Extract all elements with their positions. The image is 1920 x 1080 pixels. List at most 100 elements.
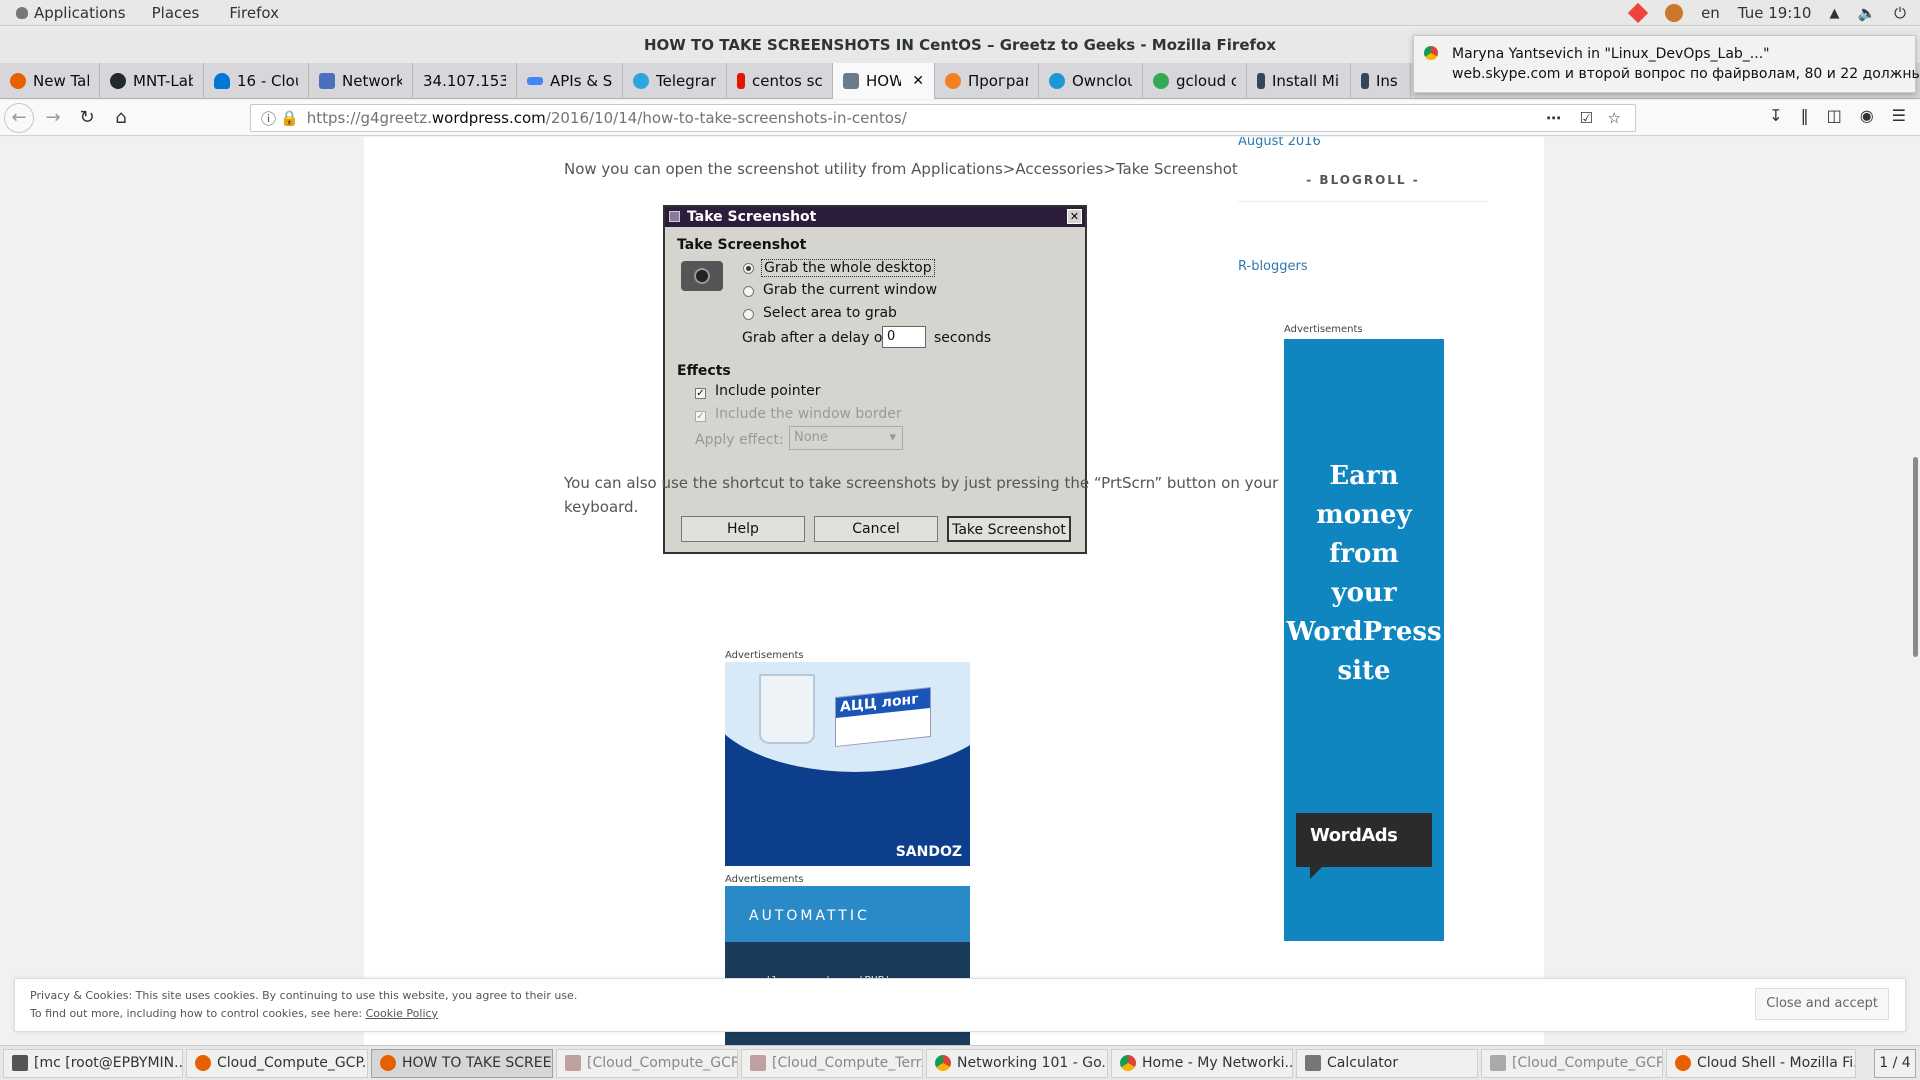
- article-paragraph: Now you can open the screenshot utility …: [564, 160, 1238, 178]
- places-menu[interactable]: Places: [142, 4, 210, 22]
- cancel-button: Cancel: [814, 516, 938, 542]
- info-icon[interactable]: ⓘ: [261, 108, 276, 129]
- task-label: [Cloud_Compute_Terr...: [772, 1055, 923, 1071]
- lock-warning-icon[interactable]: 🔒: [280, 109, 299, 127]
- tab-new-tab[interactable]: New Tab: [0, 63, 100, 99]
- cookie-policy-link[interactable]: Cookie Policy: [366, 1007, 438, 1020]
- workspace-pager[interactable]: 1 / 4: [1874, 1049, 1916, 1078]
- close-and-accept-button[interactable]: Close and accept: [1755, 988, 1889, 1020]
- page-scrollbar[interactable]: [1910, 137, 1920, 1045]
- volume-icon[interactable]: 🔈: [1857, 4, 1876, 22]
- document-icon: [750, 1055, 766, 1071]
- forward-button[interactable]: →: [38, 103, 68, 133]
- keyboard-language[interactable]: en: [1701, 4, 1720, 22]
- article-content: Now you can open the screenshot utility …: [364, 137, 1544, 1045]
- task-calculator[interactable]: Calculator: [1296, 1048, 1478, 1078]
- ad-line: your: [1331, 578, 1397, 608]
- wifi-icon[interactable]: ▲: [1829, 6, 1839, 21]
- power-icon[interactable]: ⏻: [1894, 4, 1906, 22]
- task-doc-2[interactable]: [Cloud_Compute_Terr...: [741, 1048, 923, 1078]
- tumblr-icon: [1257, 73, 1265, 89]
- task-label: Home - My Networki...: [1142, 1055, 1293, 1071]
- task-doc-1[interactable]: [Cloud_Compute_GCP...: [556, 1048, 738, 1078]
- ad-label: Advertisements: [725, 650, 804, 661]
- tab-label: 34.107.153.2: [423, 72, 506, 90]
- tab-telegram[interactable]: Telegram: [623, 63, 727, 99]
- tab-label: centos sc: [752, 72, 822, 90]
- firefox-app-menu[interactable]: Firefox: [209, 4, 299, 22]
- tab-cloud[interactable]: 16 - Clou: [204, 63, 309, 99]
- effect-select: None ▾: [789, 426, 903, 450]
- skype-notification[interactable]: Maryna Yantsevich in "Linux_DevOps_Lab_.…: [1413, 35, 1920, 93]
- archive-link[interactable]: August 2016: [1238, 137, 1321, 149]
- applications-menu[interactable]: Applications: [0, 4, 142, 22]
- radio-window: [743, 286, 754, 297]
- firefox-label: Firefox: [229, 3, 279, 22]
- library-icon[interactable]: ‖: [1801, 106, 1809, 125]
- sidebar-ad-label: Advertisements: [1284, 324, 1363, 335]
- paragraph-line: keyboard.: [564, 498, 639, 516]
- page-actions-icon[interactable]: ⋯: [1546, 109, 1561, 127]
- tab-install-2[interactable]: Ins: [1351, 63, 1411, 99]
- url-path: /2016/10/14/how-to-take-screenshots-in-c…: [545, 109, 907, 127]
- close-tab-icon[interactable]: ✕: [912, 73, 924, 89]
- ad-label: Advertisements: [725, 874, 804, 885]
- yandex-icon: [737, 73, 745, 89]
- hamburger-menu-icon[interactable]: ☰: [1892, 106, 1906, 125]
- blogroll-link[interactable]: R-bloggers: [1238, 259, 1308, 274]
- avatar-tray-icon[interactable]: [1665, 4, 1684, 22]
- tab-network[interactable]: Network: [309, 63, 413, 99]
- dialog-heading: Take Screenshot: [677, 237, 807, 253]
- chrome-icon: [1120, 1055, 1136, 1071]
- tab-how-to[interactable]: HOW T ✕: [833, 63, 935, 99]
- task-chrome-1[interactable]: Networking 101 - Go...: [926, 1048, 1108, 1078]
- tab-install[interactable]: Install Mi: [1247, 63, 1351, 99]
- ad-line: site: [1337, 656, 1391, 686]
- tab-label: Network: [342, 72, 402, 90]
- tab-apis[interactable]: APIs & Se: [517, 63, 623, 99]
- wordpress-ad[interactable]: Earn money from your WordPress site Word…: [1284, 339, 1444, 941]
- task-chrome-2[interactable]: Home - My Networki...: [1111, 1048, 1293, 1078]
- tab-mnt-lab[interactable]: MNT-Lab: [100, 63, 204, 99]
- task-firefox-1[interactable]: Cloud_Compute_GCP...: [186, 1048, 368, 1078]
- tab-ip[interactable]: 34.107.153.2: [413, 63, 517, 99]
- firefox-icon: [1675, 1055, 1691, 1071]
- pocket-icon[interactable]: ☑: [1580, 109, 1593, 127]
- ad-line: money: [1316, 500, 1412, 530]
- tab-centos-search[interactable]: centos sc: [727, 63, 833, 99]
- tab-owncloud[interactable]: Owncloud: [1039, 63, 1143, 99]
- reload-button[interactable]: ↻: [72, 103, 102, 133]
- task-cloud-shell[interactable]: Cloud Shell - Mozilla Fi...: [1666, 1048, 1856, 1078]
- scrollbar-thumb[interactable]: [1913, 457, 1918, 657]
- tab-label: HOW T: [866, 72, 902, 90]
- home-button[interactable]: ⌂: [106, 103, 136, 133]
- navigation-bar: ← → ↻ ⌂ ⓘ 🔒 https://g4greetz. wordpress.c…: [0, 100, 1920, 136]
- network-icon: [319, 73, 335, 89]
- back-button[interactable]: ←: [4, 102, 34, 133]
- task-doc-3[interactable]: [Cloud_Compute_GCP...: [1481, 1048, 1663, 1078]
- anydesk-tray-icon[interactable]: [1627, 2, 1649, 24]
- dialog-title: Take Screenshot: [687, 209, 817, 225]
- delay-unit: seconds: [934, 330, 992, 346]
- article-paragraph-2: You can also use the shortcut to take sc…: [564, 471, 1278, 519]
- delay-value: 0: [887, 329, 896, 344]
- sidebar-icon[interactable]: ◫: [1827, 106, 1842, 125]
- window-menu-icon: [669, 211, 680, 222]
- bookmark-star-icon[interactable]: ☆: [1608, 109, 1621, 127]
- cloud-icon: [214, 73, 230, 89]
- help-button: Help: [681, 516, 805, 542]
- orange-icon: [945, 73, 961, 89]
- automattic-logo: AUTOMATTIC: [749, 908, 870, 924]
- tab-gcloud[interactable]: gcloud co: [1143, 63, 1247, 99]
- product-ad[interactable]: АЦЦ лонг SANDOZ: [725, 662, 970, 866]
- clock[interactable]: Tue 19:10: [1738, 4, 1812, 22]
- url-bar[interactable]: ⓘ 🔒 https://g4greetz. wordpress.com/2016/…: [250, 104, 1636, 132]
- chrome-icon: [1424, 46, 1438, 60]
- tab-programs[interactable]: Програм: [935, 63, 1039, 99]
- task-terminal[interactable]: [mc [root@EPBYMIN...: [3, 1048, 183, 1078]
- sync-icon[interactable]: ◉: [1860, 106, 1874, 125]
- api-icon: [527, 77, 543, 85]
- downloads-icon[interactable]: ↧: [1769, 106, 1782, 125]
- task-firefox-active[interactable]: HOW TO TAKE SCREE...: [371, 1048, 553, 1078]
- product-box: АЦЦ лонг: [835, 686, 931, 748]
